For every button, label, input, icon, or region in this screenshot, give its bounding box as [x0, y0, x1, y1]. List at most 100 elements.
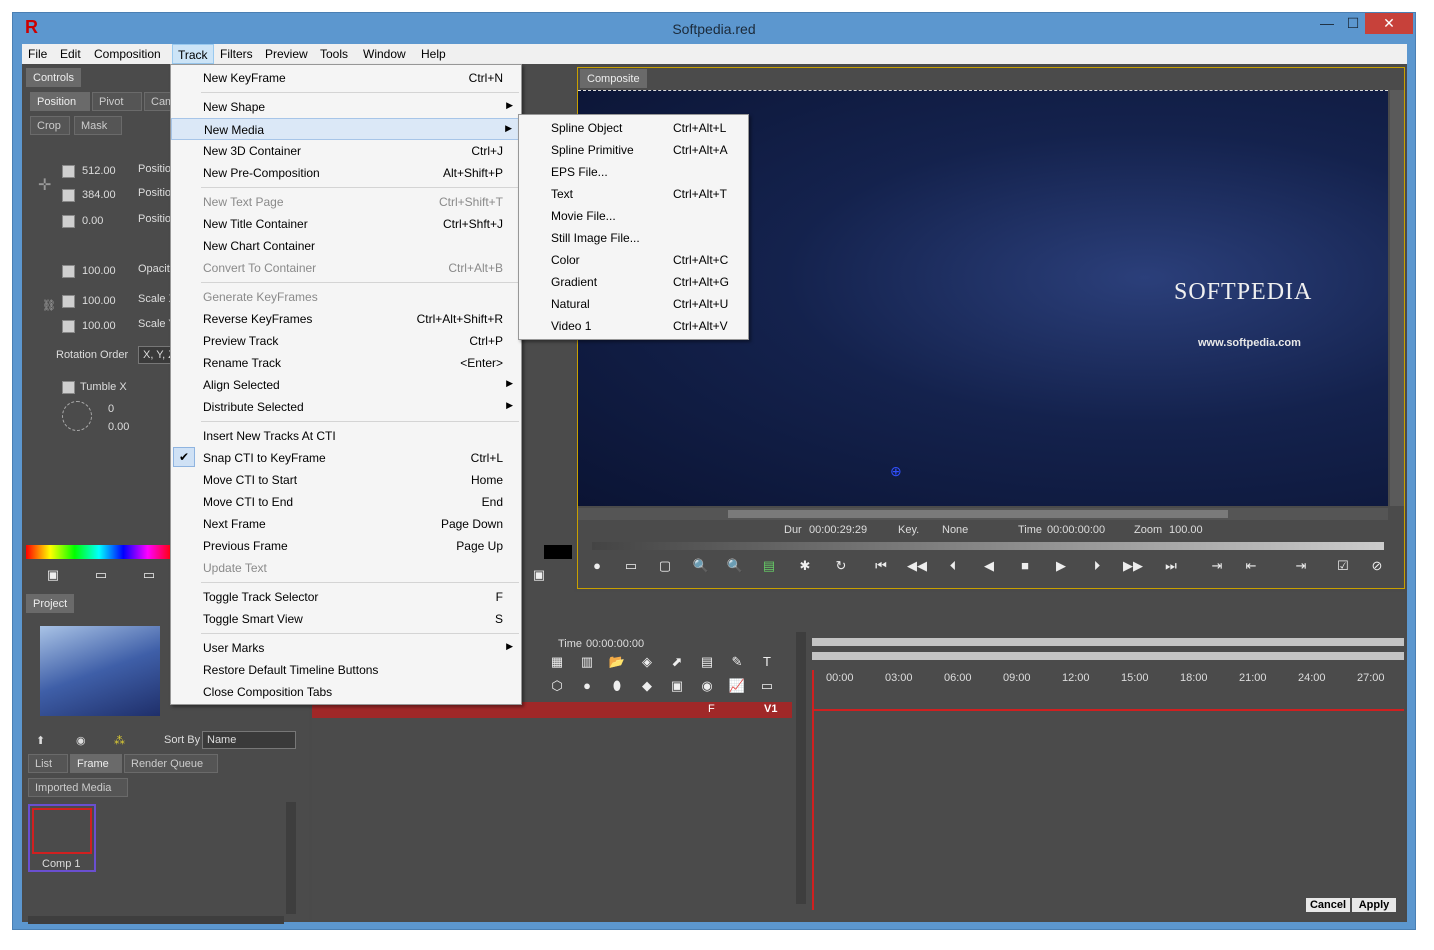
track-menu-item-restore-default-timeline-buttons[interactable]: Restore Default Timeline Buttons [171, 659, 521, 681]
tumble-degrees[interactable]: 0.00 [108, 421, 129, 433]
tab-crop[interactable]: Crop [30, 116, 70, 135]
set-in-icon[interactable]: ⇤ [1240, 558, 1262, 574]
track-menu-item-snap-cti-to-keyframe[interactable]: ✔ Snap CTI to KeyFrame Ctrl+L [171, 447, 521, 469]
play-reverse-icon[interactable]: ◀ [978, 558, 1000, 574]
track-menu-item-move-cti-to-start[interactable]: Move CTI to Start Home [171, 469, 521, 491]
value-pos-y[interactable]: 384.00 [82, 189, 116, 201]
safe-area-icon[interactable]: ▭ [620, 558, 642, 574]
track-flag-f[interactable]: F [708, 703, 715, 715]
track-menu-item-new-3d-container[interactable]: New 3D Container Ctrl+J [171, 140, 521, 162]
comp-thumbnail[interactable]: Comp 1 [28, 804, 96, 872]
color-spectrum-bar[interactable] [26, 545, 172, 559]
anchor-point-icon[interactable]: ⊕ [890, 463, 902, 480]
loop-icon[interactable]: ↻ [830, 558, 852, 574]
tl-sphere-icon[interactable]: ● [576, 678, 598, 693]
tab-mask[interactable]: Mask [74, 116, 122, 135]
menu-file[interactable]: File [28, 47, 47, 61]
tab-render-queue[interactable]: Render Queue [124, 754, 218, 773]
new-media-item-color[interactable]: Color Ctrl+Alt+C [519, 249, 748, 271]
tl-image-icon[interactable]: ▣ [666, 678, 688, 694]
canvas-vertical-scrollbar[interactable] [1390, 90, 1404, 506]
tl-tool-1-icon[interactable]: ▦ [546, 654, 568, 670]
zoom-out-icon[interactable]: 🔍 [724, 558, 746, 574]
menu-composition[interactable]: Composition [94, 47, 161, 61]
prev-key-icon[interactable]: ◀◀ [906, 558, 928, 574]
project-vertical-scrollbar[interactable] [286, 802, 296, 914]
track-menu-item-preview-track[interactable]: Preview Track Ctrl+P [171, 330, 521, 352]
comp-name[interactable]: Comp 1 [42, 858, 81, 870]
stop-icon[interactable]: ■ [1014, 558, 1036, 573]
current-time-indicator[interactable] [812, 670, 814, 910]
track-menu-item-insert-new-tracks-at-cti[interactable]: Insert New Tracks At CTI [171, 425, 521, 447]
menu-tools[interactable]: Tools [320, 47, 348, 61]
track-menu-item-previous-frame[interactable]: Previous Frame Page Up [171, 535, 521, 557]
close-button[interactable]: ✕ [1365, 13, 1413, 34]
black-white-gradient[interactable] [544, 545, 572, 559]
checkbox-pos-y[interactable] [62, 189, 75, 202]
menu-filters[interactable]: Filters [220, 47, 253, 61]
track-menu-item-rename-track[interactable]: Rename Track <Enter> [171, 352, 521, 374]
canvas-hscroll-thumb[interactable] [728, 510, 1228, 518]
controls-panel-tab[interactable]: Controls [26, 68, 81, 87]
minimize-button[interactable]: — [1313, 13, 1341, 34]
eye-icon[interactable]: ◉ [76, 734, 86, 747]
track-name-v1[interactable]: V1 [764, 703, 777, 715]
track-menu-item-new-shape[interactable]: New Shape ▶ [171, 96, 521, 118]
canvas-horizontal-scrollbar[interactable] [578, 508, 1388, 520]
tl-tool-6-icon[interactable]: ▤ [696, 654, 718, 670]
new-media-item-video-1[interactable]: Video 1 Ctrl+Alt+V [519, 315, 748, 337]
checkbox-pos-x[interactable] [62, 165, 75, 178]
new-media-item-spline-primitive[interactable]: Spline Primitive Ctrl+Alt+A [519, 139, 748, 161]
track-menu-item-user-marks[interactable]: User Marks ▶ [171, 637, 521, 659]
menu-preview[interactable]: Preview [265, 47, 308, 61]
tab-list[interactable]: List [28, 754, 68, 773]
prev-frame-icon[interactable]: ⏴ [942, 558, 964, 574]
project-horizontal-scrollbar[interactable] [28, 916, 284, 924]
track-menu-item-new-title-container[interactable]: New Title Container Ctrl+Shft+J [171, 213, 521, 235]
motion-blur-icon[interactable]: ✱ [794, 558, 816, 574]
tl-chart-icon[interactable]: 📈 [726, 678, 748, 694]
go-to-end-icon[interactable]: ⏭ [1160, 558, 1182, 574]
mark-in-icon[interactable]: ⇥ [1206, 558, 1228, 574]
play-icon[interactable]: ▶ [1050, 558, 1072, 574]
tab-frame[interactable]: Frame [70, 754, 122, 773]
new-media-item-eps-file[interactable]: EPS File... [519, 161, 748, 183]
track-menu-item-close-composition-tabs[interactable]: Close Composition Tabs [171, 681, 521, 703]
menu-track[interactable]: Track [172, 44, 214, 64]
disable-icon[interactable]: ⊘ [1366, 558, 1388, 574]
tl-tool-3-icon[interactable]: 📂 [606, 654, 628, 670]
record-dot-icon[interactable]: ● [586, 558, 608, 573]
checkbox-scale-y[interactable] [62, 320, 75, 333]
work-area-bar[interactable] [812, 638, 1404, 646]
checkbox-opacity[interactable] [62, 265, 75, 278]
rotation-dial-icon[interactable] [62, 401, 92, 431]
render-icon[interactable]: ☑ [1332, 558, 1354, 574]
new-media-item-movie-file[interactable]: Movie File... [519, 205, 748, 227]
new-media-item-still-image-file[interactable]: Still Image File... [519, 227, 748, 249]
track-duration-line[interactable] [812, 709, 1404, 711]
timeline-track-list-scrollbar[interactable] [796, 632, 806, 904]
import-icon[interactable]: ⬆ [36, 734, 45, 747]
tl-record-icon[interactable]: ◉ [696, 678, 718, 694]
tl-tool-7-icon[interactable]: ✎ [726, 654, 748, 670]
next-frame-icon[interactable]: ⏵ [1086, 558, 1108, 574]
value-pos-z[interactable]: 0.00 [82, 215, 103, 227]
track-menu-item-move-cti-to-end[interactable]: Move CTI to End End [171, 491, 521, 513]
reset-icon[interactable]: ▣ [42, 567, 64, 583]
track-menu-item-update-text[interactable]: Update Text [171, 557, 521, 579]
mask-icon[interactable]: ▢ [654, 558, 676, 574]
tl-more-icon[interactable]: ▭ [756, 678, 778, 694]
value-scale-x[interactable]: 100.00 [82, 295, 116, 307]
maximize-button[interactable]: ☐ [1339, 13, 1367, 34]
new-media-item-text[interactable]: Text Ctrl+Alt+T [519, 183, 748, 205]
tl-tool-5-icon[interactable]: ⬈ [666, 654, 688, 670]
project-panel-tab[interactable]: Project [26, 594, 75, 613]
timeline-zoom-bar[interactable] [812, 652, 1404, 660]
track-menu-item-new-text-page[interactable]: New Text Page Ctrl+Shift+T [171, 191, 521, 213]
new-media-item-gradient[interactable]: Gradient Ctrl+Alt+G [519, 271, 748, 293]
track-menu-item-new-media[interactable]: New Media ▶ [171, 118, 521, 140]
tl-text-icon[interactable]: T [756, 654, 778, 669]
share-icon[interactable]: ⁂ [114, 734, 125, 747]
menu-window[interactable]: Window [363, 47, 406, 61]
track-menu-item-convert-to-container[interactable]: Convert To Container Ctrl+Alt+B [171, 257, 521, 279]
